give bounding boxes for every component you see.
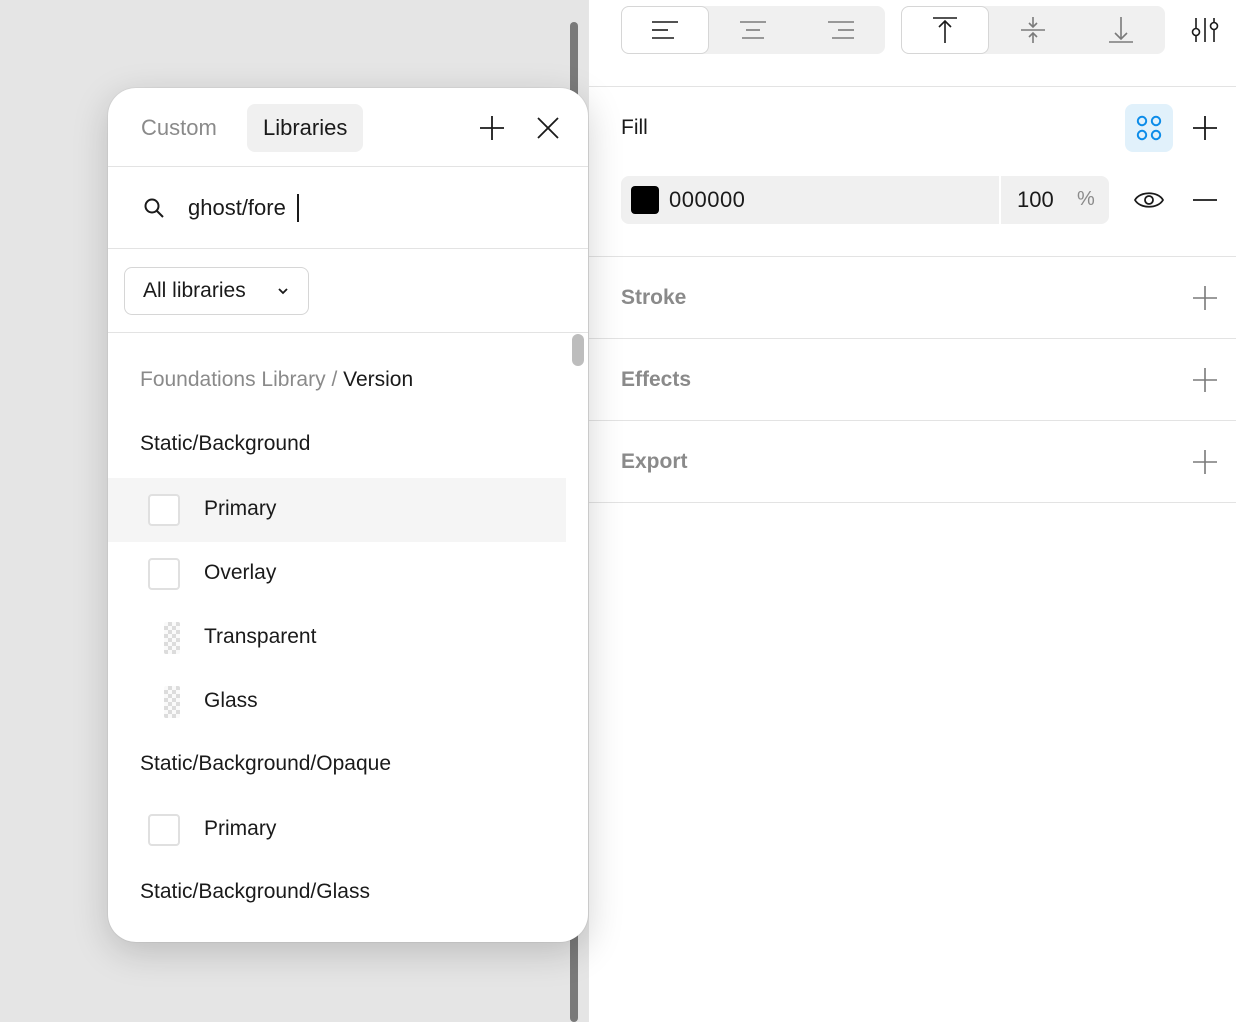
align-middle-icon bbox=[1021, 17, 1045, 43]
plus-icon bbox=[1193, 450, 1217, 474]
align-middle-button[interactable] bbox=[989, 6, 1077, 54]
align-bottom-button[interactable] bbox=[1077, 6, 1165, 54]
divider bbox=[589, 256, 1236, 257]
search-icon bbox=[140, 194, 168, 222]
toggle-visibility-button[interactable] bbox=[1131, 182, 1167, 218]
style-item-glass[interactable]: Glass bbox=[108, 670, 566, 734]
text-caret bbox=[297, 194, 299, 222]
align-bottom-icon bbox=[1109, 17, 1133, 43]
plus-icon bbox=[480, 116, 504, 140]
add-fill-button[interactable] bbox=[1187, 110, 1223, 146]
divider bbox=[589, 420, 1236, 421]
fill-color-swatch[interactable] bbox=[631, 186, 659, 214]
plus-icon bbox=[1193, 116, 1217, 140]
align-top-icon bbox=[933, 17, 957, 43]
style-item-label: Glass bbox=[204, 689, 258, 712]
effects-title: Effects bbox=[621, 368, 692, 391]
create-style-button[interactable] bbox=[474, 110, 510, 146]
library-filter-label: All libraries bbox=[143, 279, 246, 302]
plus-icon bbox=[1193, 286, 1217, 310]
breadcrumb: Foundations Library / Version bbox=[140, 368, 413, 392]
style-item-label: Transparent bbox=[204, 625, 317, 648]
properties-panel: Fill 000000 100 % Stroke Effects Export bbox=[588, 0, 1236, 1022]
divider bbox=[108, 166, 588, 167]
remove-fill-button[interactable] bbox=[1187, 182, 1223, 218]
align-center-icon bbox=[740, 21, 766, 39]
fill-opacity-input[interactable]: 100 bbox=[1017, 187, 1054, 213]
divider bbox=[108, 332, 588, 333]
align-right-button[interactable] bbox=[797, 6, 885, 54]
text-align-group bbox=[621, 6, 885, 54]
divider bbox=[589, 338, 1236, 339]
four-dots-icon bbox=[1136, 115, 1162, 141]
transparent-swatch bbox=[164, 686, 180, 718]
divider bbox=[589, 502, 1236, 503]
align-left-icon bbox=[652, 21, 678, 39]
eye-icon bbox=[1133, 192, 1165, 208]
minus-icon bbox=[1193, 199, 1217, 201]
add-export-button[interactable] bbox=[1187, 444, 1223, 480]
add-stroke-button[interactable] bbox=[1187, 280, 1223, 316]
fill-hex-input[interactable]: 000000 bbox=[669, 187, 745, 213]
color-swatch bbox=[148, 494, 180, 526]
breadcrumb-library[interactable]: Foundations Library / bbox=[140, 368, 343, 391]
fill-percent-label: % bbox=[1077, 188, 1095, 210]
style-item-primary[interactable]: Primary bbox=[108, 478, 566, 542]
chevron-down-icon bbox=[274, 282, 292, 300]
breadcrumb-current: Version bbox=[343, 368, 414, 391]
stroke-title: Stroke bbox=[621, 286, 687, 309]
color-styles-popup: Custom Libraries All libraries Foundatio… bbox=[108, 88, 588, 942]
vertical-align-group bbox=[901, 6, 1165, 54]
fill-separator bbox=[999, 176, 1001, 224]
style-item-overlay[interactable]: Overlay bbox=[108, 542, 566, 606]
list-scrollbar[interactable] bbox=[572, 334, 584, 366]
style-library-button[interactable] bbox=[1125, 104, 1173, 152]
transparent-swatch bbox=[164, 622, 180, 654]
align-top-button[interactable] bbox=[901, 6, 989, 54]
style-item-transparent[interactable]: Transparent bbox=[108, 606, 566, 670]
library-filter-dropdown[interactable]: All libraries bbox=[124, 267, 309, 315]
export-title: Export bbox=[621, 450, 688, 473]
style-item-label: Overlay bbox=[204, 561, 277, 584]
group-heading: Static/Background/Opaque bbox=[140, 752, 391, 775]
style-item-label: Primary bbox=[204, 497, 277, 520]
align-right-icon bbox=[828, 21, 854, 39]
color-swatch bbox=[148, 814, 180, 846]
group-heading: Static/Background/Glass bbox=[140, 880, 370, 903]
style-item-label: Primary bbox=[204, 817, 277, 840]
align-center-button[interactable] bbox=[709, 6, 797, 54]
text-settings-button[interactable] bbox=[1187, 12, 1223, 48]
search-input[interactable] bbox=[188, 190, 558, 226]
fill-row: 000000 100 % bbox=[621, 176, 1109, 224]
group-heading: Static/Background bbox=[140, 432, 311, 455]
add-effect-button[interactable] bbox=[1187, 362, 1223, 398]
close-popup-button[interactable] bbox=[530, 110, 566, 146]
close-icon bbox=[537, 117, 559, 139]
style-item-opaque-primary[interactable]: Primary bbox=[108, 798, 566, 862]
fill-title: Fill bbox=[621, 116, 648, 139]
tab-custom[interactable]: Custom bbox=[125, 104, 233, 152]
align-left-button[interactable] bbox=[621, 6, 709, 54]
divider bbox=[589, 86, 1236, 87]
divider bbox=[108, 248, 588, 249]
sliders-icon bbox=[1191, 18, 1219, 42]
color-swatch bbox=[148, 558, 180, 590]
tab-libraries[interactable]: Libraries bbox=[247, 104, 364, 152]
plus-icon bbox=[1193, 368, 1217, 392]
